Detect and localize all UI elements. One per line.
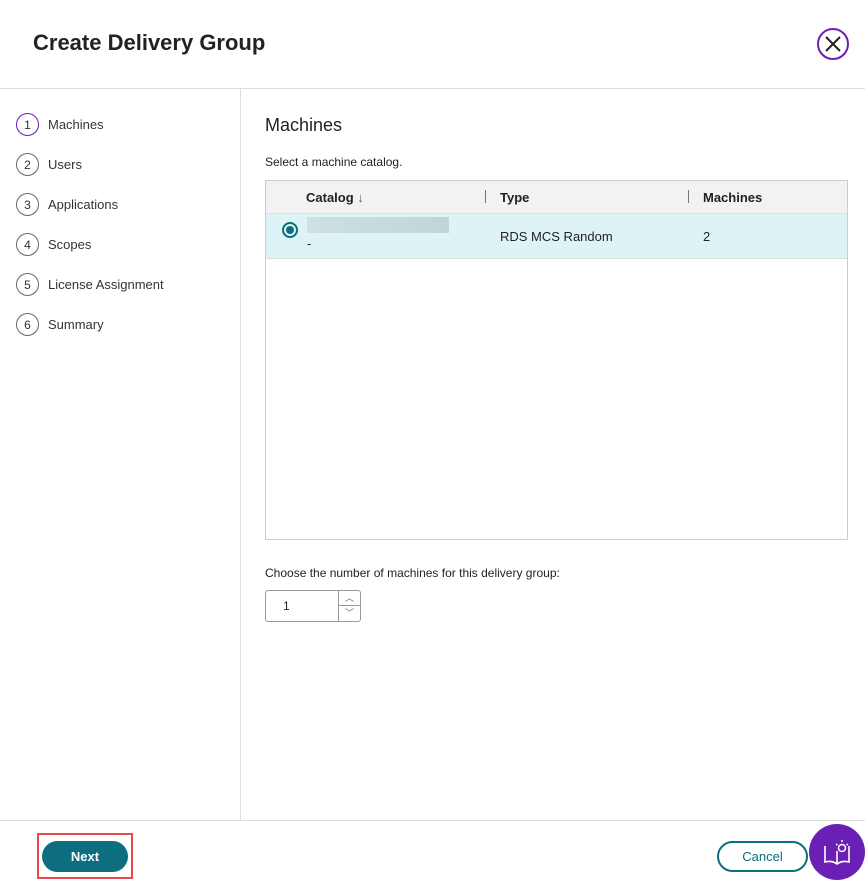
- step-license-assignment[interactable]: 5 License Assignment: [16, 273, 164, 296]
- help-button[interactable]: [809, 824, 865, 880]
- book-lightbulb-icon: [824, 840, 850, 865]
- table-header: Catalog ↓ Type Machines: [266, 181, 847, 214]
- close-icon: [825, 36, 841, 52]
- increment-icon[interactable]: ︿: [339, 591, 360, 606]
- step-number: 6: [16, 313, 39, 336]
- machine-count-label: Choose the number of machines for this d…: [265, 566, 560, 580]
- table-row[interactable]: - RDS MCS Random 2: [266, 214, 847, 259]
- column-catalog[interactable]: Catalog ↓: [306, 190, 364, 205]
- step-number: 2: [16, 153, 39, 176]
- column-type[interactable]: Type: [500, 190, 529, 205]
- step-summary[interactable]: 6 Summary: [16, 313, 104, 336]
- column-machines[interactable]: Machines: [703, 190, 762, 205]
- instruction-text: Select a machine catalog.: [265, 155, 403, 169]
- catalog-suffix: -: [307, 236, 312, 251]
- column-label: Catalog: [306, 190, 354, 205]
- step-machines[interactable]: 1 Machines: [16, 113, 104, 136]
- step-number: 5: [16, 273, 39, 296]
- column-divider[interactable]: [688, 190, 689, 203]
- close-button[interactable]: [817, 28, 849, 60]
- step-number: 4: [16, 233, 39, 256]
- step-label: Applications: [48, 197, 119, 212]
- catalog-table: Catalog ↓ Type Machines - RDS MCS Random…: [265, 180, 848, 540]
- step-applications[interactable]: 3 Applications: [16, 193, 118, 216]
- section-heading: Machines: [265, 115, 343, 135]
- catalog-type: RDS MCS Random: [500, 229, 613, 244]
- sort-down-icon: ↓: [357, 190, 364, 205]
- next-highlight: Next: [37, 833, 133, 879]
- step-scopes[interactable]: 4 Scopes: [16, 233, 91, 256]
- machine-count-stepper[interactable]: 1 ︿ ﹀: [265, 590, 361, 622]
- step-number: 3: [16, 193, 39, 216]
- machine-count-value[interactable]: 1: [283, 599, 290, 613]
- column-divider[interactable]: [485, 190, 486, 203]
- redacted-catalog-name: [307, 217, 449, 233]
- catalog-radio[interactable]: [282, 222, 298, 238]
- decrement-icon[interactable]: ﹀: [339, 606, 360, 621]
- step-users[interactable]: 2 Users: [16, 153, 82, 176]
- dialog-title: Create Delivery Group: [33, 30, 266, 55]
- catalog-machines: 2: [703, 229, 711, 244]
- step-label: Summary: [48, 317, 104, 332]
- step-label: License Assignment: [48, 277, 164, 292]
- cancel-button[interactable]: Cancel: [717, 841, 808, 872]
- dialog-header: Create Delivery Group: [0, 0, 865, 89]
- step-label: Scopes: [48, 237, 92, 252]
- step-label: Machines: [48, 117, 104, 132]
- step-label: Users: [48, 157, 82, 172]
- step-number: 1: [16, 113, 39, 136]
- next-button[interactable]: Next: [42, 841, 128, 872]
